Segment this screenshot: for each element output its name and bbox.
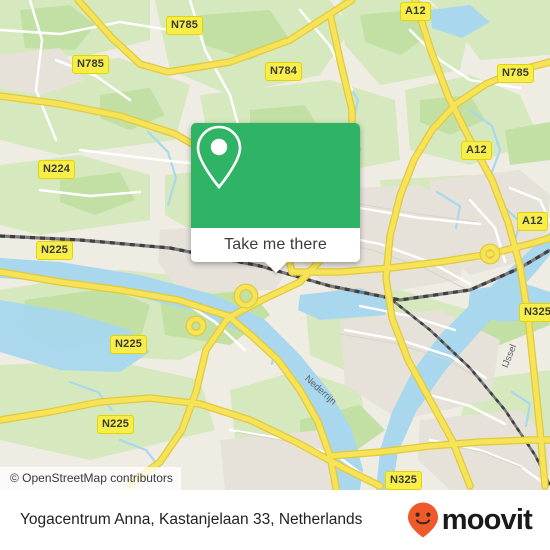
road-shield: N784 <box>265 62 303 81</box>
footer-bar: Yogacentrum Anna, Kastanjelaan 33, Nethe… <box>0 490 550 550</box>
callout-tail <box>264 262 287 273</box>
road-shield: A12 <box>517 212 548 231</box>
callout-pin-area <box>191 123 360 228</box>
road-shield: N325 <box>519 303 550 322</box>
road-shield: N225 <box>110 335 148 354</box>
road-shield: N785 <box>72 55 110 74</box>
road-shield: N785 <box>166 16 204 35</box>
map-canvas[interactable]: N785 N784 A12 N785 N785 A12 A12 N224 N22… <box>0 0 550 490</box>
road-shield: N225 <box>97 415 135 434</box>
moovit-brand[interactable]: moovit <box>406 501 533 539</box>
place-name: Yogacentrum Anna, Kastanjelaan 33, Nethe… <box>20 511 363 528</box>
map-attribution[interactable]: © OpenStreetMap contributors <box>0 467 181 490</box>
road-shield: A12 <box>400 2 431 21</box>
road-shield: A12 <box>461 141 492 160</box>
road-shield: N224 <box>38 160 76 179</box>
callout-action-area[interactable]: Take me there <box>191 228 360 273</box>
location-pin-icon <box>196 125 242 190</box>
road-shield: N225 <box>36 241 74 260</box>
take-me-there-label: Take me there <box>224 236 327 253</box>
location-callout[interactable]: Take me there <box>191 123 360 273</box>
map-screenshot: N785 N784 A12 N785 N785 A12 A12 N224 N22… <box>0 0 550 550</box>
moovit-wordmark: moovit <box>441 503 533 536</box>
moovit-smiley-pin-icon <box>407 502 438 538</box>
road-shield: N785 <box>497 64 535 83</box>
road-shield: N325 <box>385 471 423 490</box>
